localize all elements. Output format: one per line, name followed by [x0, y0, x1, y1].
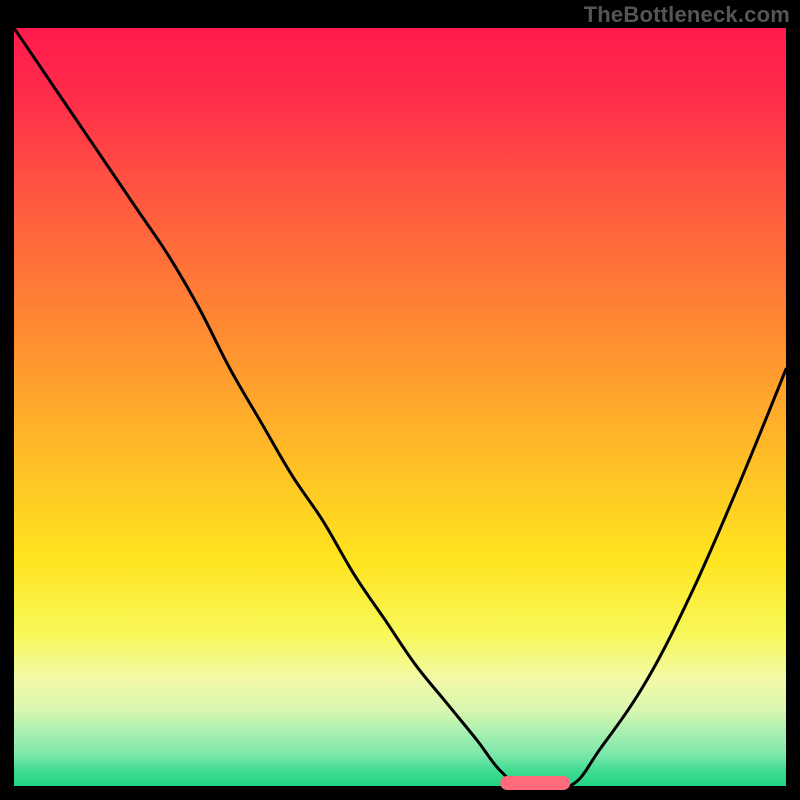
watermark-text: TheBottleneck.com [584, 2, 790, 28]
plot-area [14, 28, 786, 786]
optimum-marker [500, 776, 569, 790]
chart-frame: TheBottleneck.com [0, 0, 800, 800]
bottleneck-curve [14, 28, 786, 786]
